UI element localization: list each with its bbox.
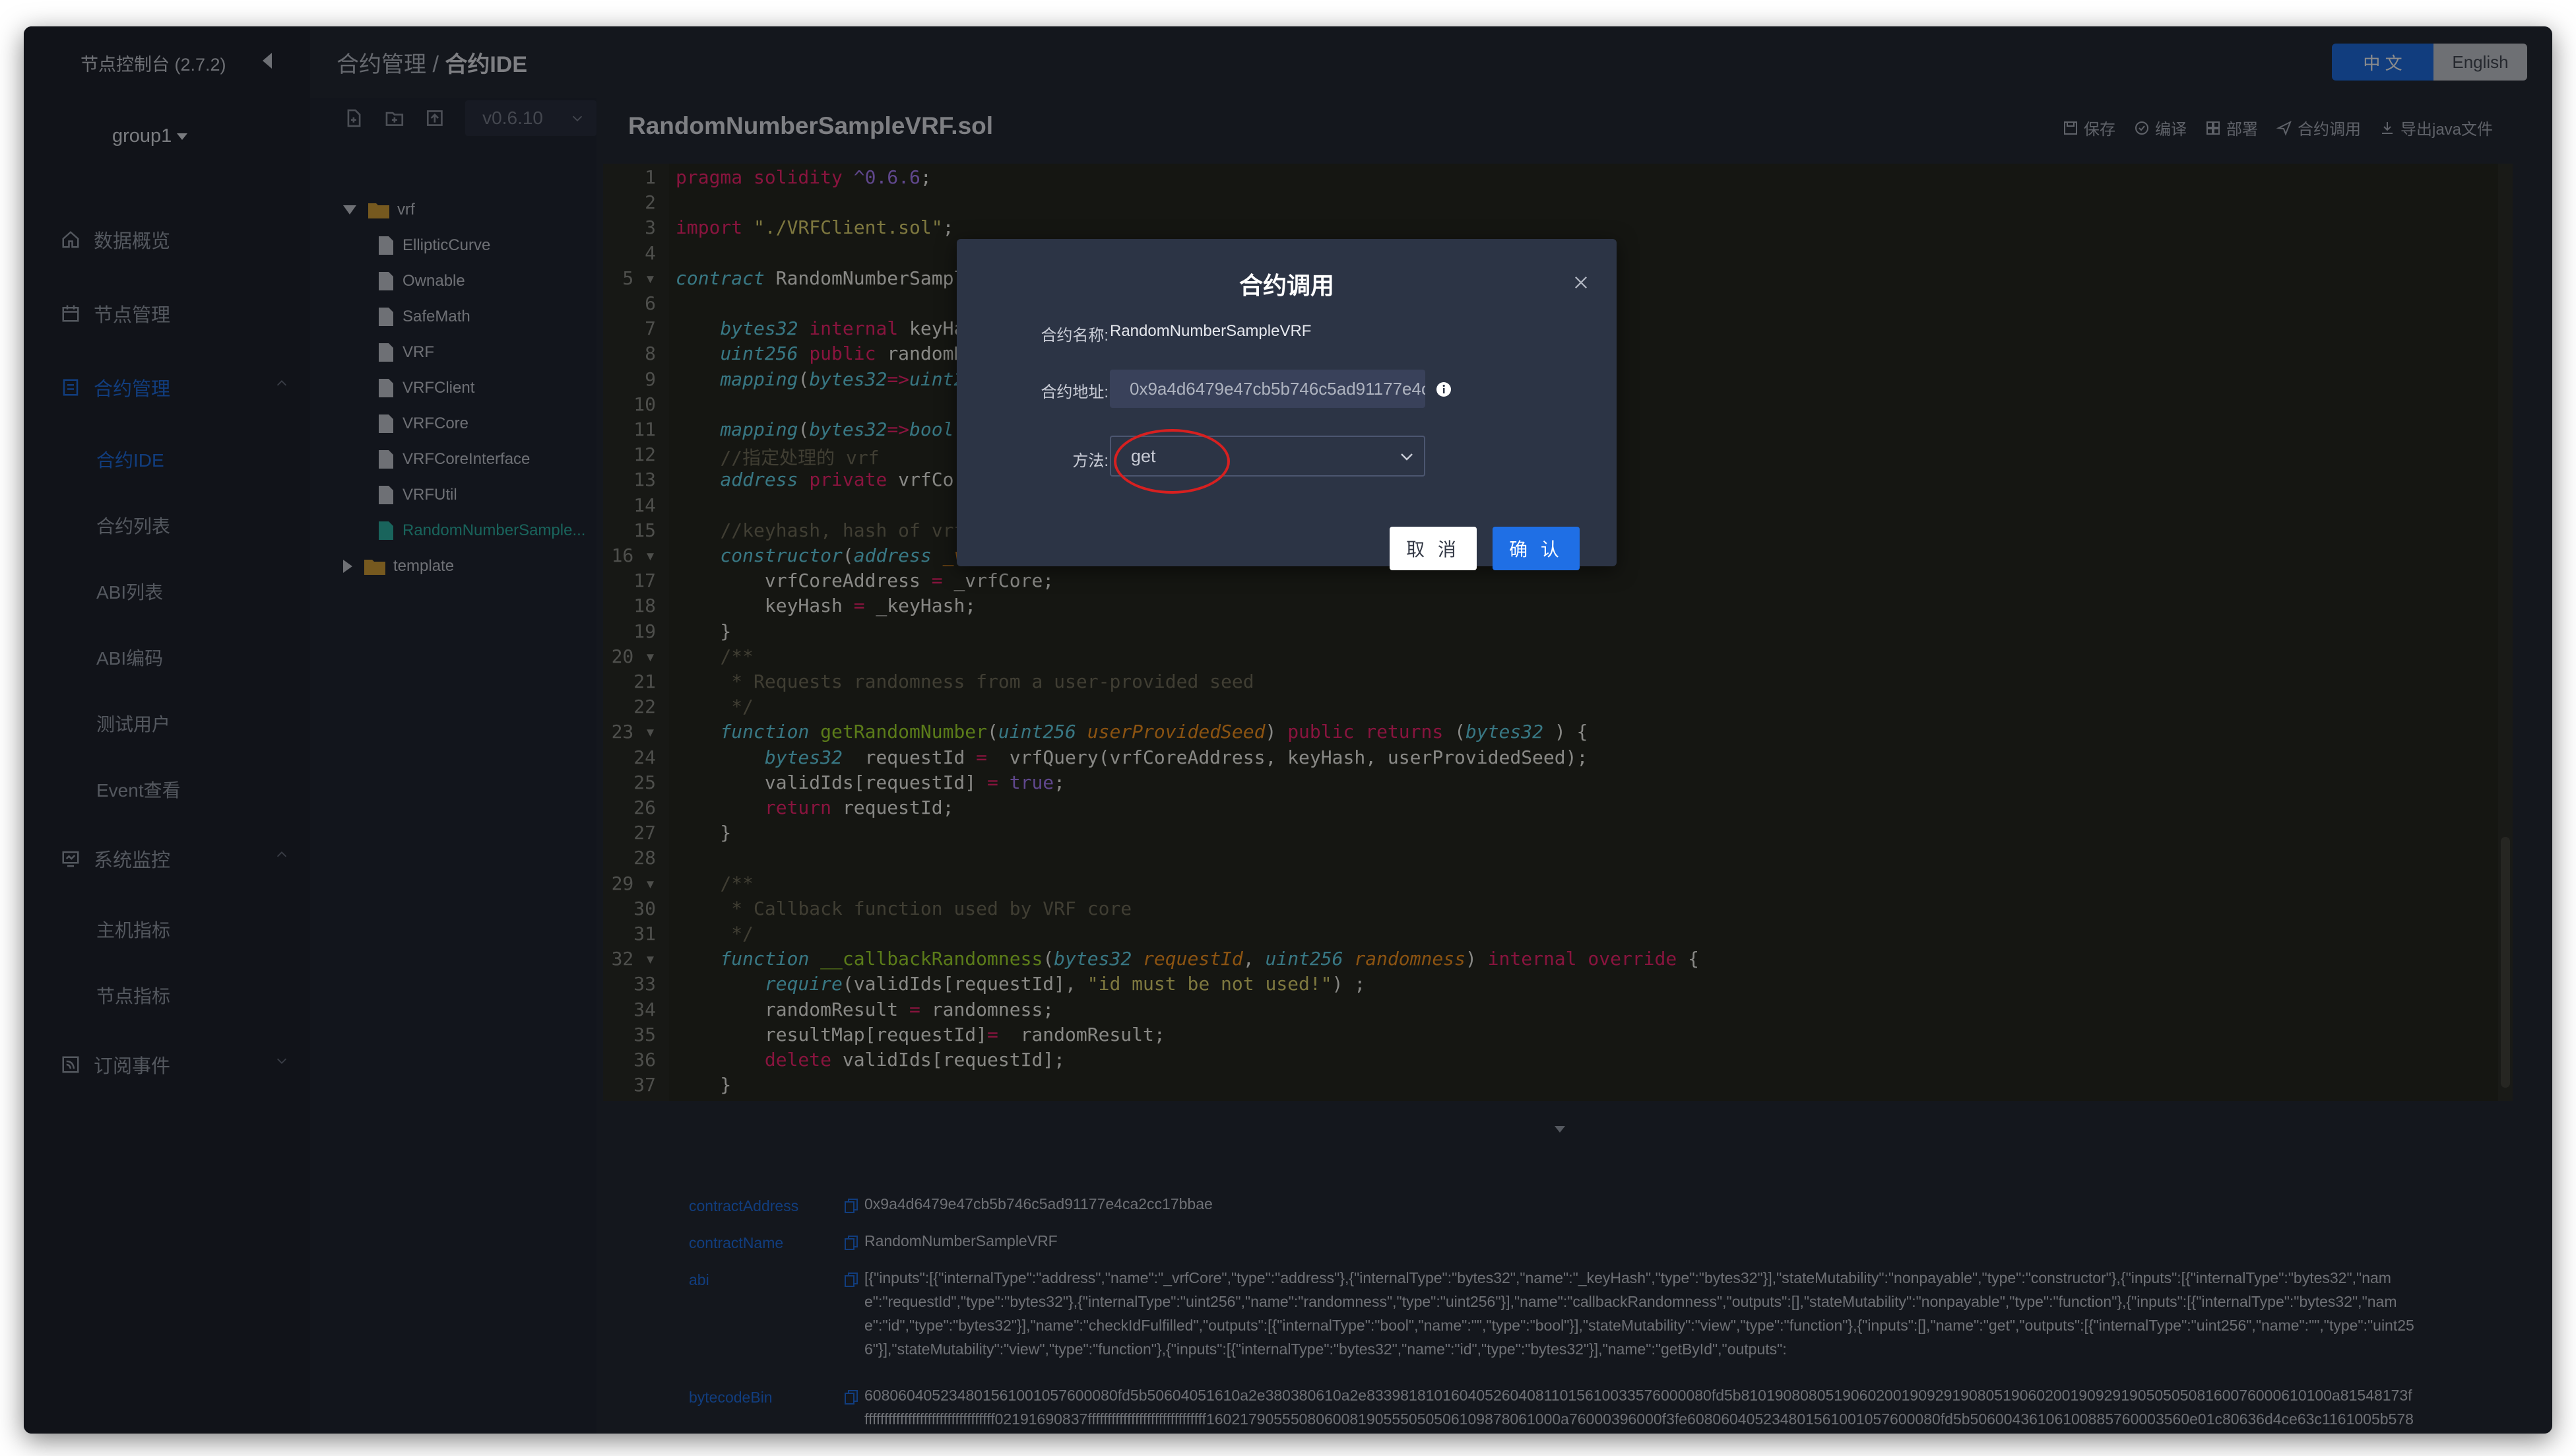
confirm-button[interactable]: 确 认 [1493,527,1580,570]
dialog-title: 合约调用 [1239,272,1334,299]
method-label: 方法: [1072,452,1109,470]
cancel-button[interactable]: 取 消 [1390,527,1477,570]
contract-call-dialog: 合约调用 合约名称: RandomNumberSampleVRF 合约地址: 0… [957,239,1617,570]
chevron-down-icon [1401,453,1413,461]
contract-name-value: RandomNumberSampleVRF [1110,322,1312,340]
app-window: 节点控制台 (2.7.2) group1 数据概览 节点管理 合约管理 合约ID… [24,26,2552,1434]
contract-address-field[interactable]: 0x9a4d6479e47cb5b746c5ad91177e4ca2cc17bb… [1110,370,1425,408]
modal-overlay[interactable] [24,26,2552,1434]
contract-address-label: 合约地址: [1041,383,1109,401]
close-icon[interactable] [1572,273,1590,292]
highlight-circle-annotation [1114,429,1230,494]
contract-name-label: 合约名称: [1041,327,1109,345]
info-icon[interactable] [1436,381,1452,397]
